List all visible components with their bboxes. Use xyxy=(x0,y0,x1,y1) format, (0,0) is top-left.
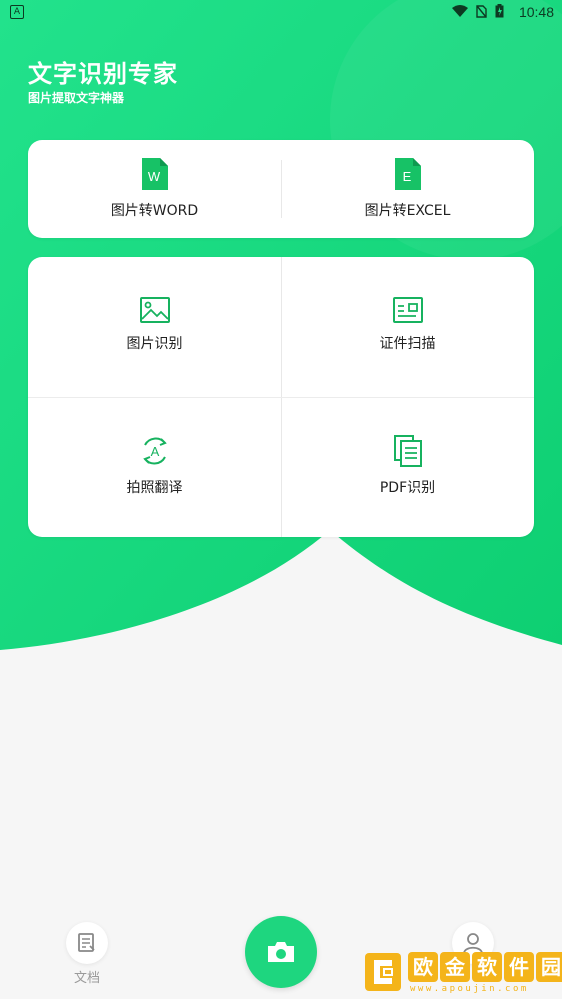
notification-icon: A xyxy=(10,5,24,19)
pdf-recognition-label: PDF识别 xyxy=(379,480,436,496)
app-title: 文字识别专家 xyxy=(28,60,178,88)
no-sim-icon xyxy=(476,4,487,18)
image-to-word-label: 图片转WORD xyxy=(110,203,199,219)
conversion-card: W 图片转WORD E 图片转EXCEL xyxy=(28,140,534,238)
camera-button[interactable] xyxy=(245,916,317,988)
svg-text:W: W xyxy=(147,169,160,184)
nav-documents[interactable]: 文档 xyxy=(66,922,108,986)
watermark-char: 软 xyxy=(472,952,502,982)
feature-grid-card: 图片识别 证件扫描 A 拍照翻译 PDF识别 xyxy=(28,257,534,537)
nav-documents-label: 文档 xyxy=(73,971,100,986)
battery-icon xyxy=(495,4,504,18)
wifi-icon xyxy=(452,5,468,17)
clock: 10:48 xyxy=(518,4,554,20)
watermark-char: 件 xyxy=(504,952,534,982)
watermark-char: 欧 xyxy=(408,952,438,982)
document-icon xyxy=(78,933,95,952)
image-to-excel-label: 图片转EXCEL xyxy=(364,203,451,219)
documents-icon xyxy=(393,435,422,467)
excel-file-icon: E xyxy=(394,158,421,190)
id-card-icon xyxy=(392,297,423,323)
divider xyxy=(28,397,534,398)
camera-icon xyxy=(268,942,294,962)
translate-icon: A xyxy=(142,437,167,465)
watermark-url: www.apoujin.com xyxy=(410,984,529,994)
watermark-char: 园 xyxy=(536,952,562,982)
image-to-word-button[interactable]: W 图片转WORD xyxy=(28,158,281,220)
image-to-excel-button[interactable]: E 图片转EXCEL xyxy=(281,158,534,220)
watermark-char: 金 xyxy=(440,952,470,982)
photo-translate-label: 拍照翻译 xyxy=(126,480,183,496)
id-scan-label: 证件扫描 xyxy=(379,336,436,352)
photo-translate-button[interactable]: A 拍照翻译 xyxy=(28,435,281,497)
app-subtitle: 图片提取文字神器 xyxy=(28,91,125,105)
image-recognition-label: 图片识别 xyxy=(126,336,183,352)
image-icon xyxy=(139,297,170,323)
image-recognition-button[interactable]: 图片识别 xyxy=(28,297,281,353)
svg-text:A: A xyxy=(150,444,159,459)
watermark-logo-icon xyxy=(365,953,401,991)
id-scan-button[interactable]: 证件扫描 xyxy=(281,297,534,353)
pdf-recognition-button[interactable]: PDF识别 xyxy=(281,435,534,497)
svg-text:E: E xyxy=(402,169,411,184)
word-file-icon: W xyxy=(141,158,168,190)
status-bar: A 10:48 xyxy=(0,0,562,24)
watermark: 欧 金 软 件 园 www.apoujin.com xyxy=(360,948,562,998)
